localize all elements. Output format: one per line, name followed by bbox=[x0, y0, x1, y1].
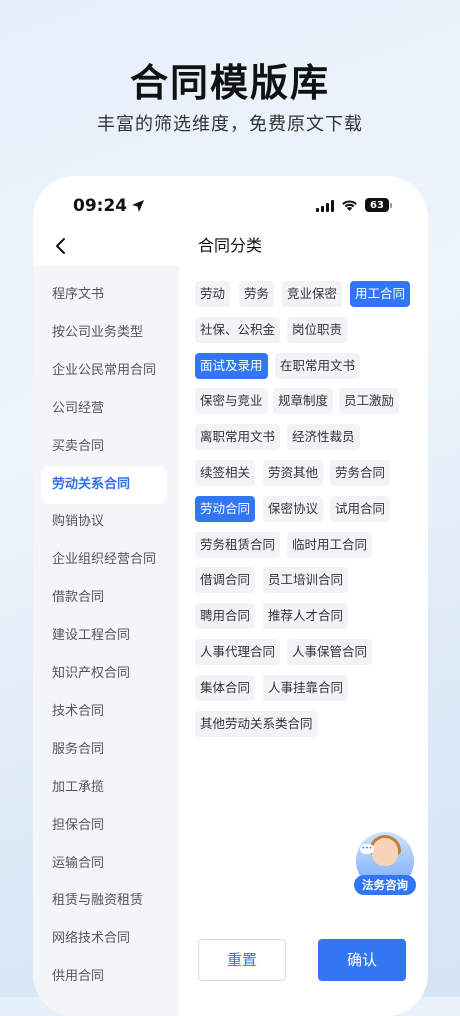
tag-chip[interactable]: 劳动合同 bbox=[195, 495, 256, 522]
tag-chip[interactable]: 人事保管合同 bbox=[287, 639, 373, 665]
chat-bubble-icon: ••• bbox=[360, 844, 374, 854]
sidebar-item[interactable]: 企业公民常用合同 bbox=[41, 352, 167, 390]
tag-chip[interactable]: 员工激励 bbox=[339, 388, 400, 415]
tag-chip[interactable]: 其他劳动关系类合同 bbox=[195, 710, 318, 737]
tag-chip[interactable]: 人事代理合同 bbox=[195, 639, 281, 665]
reset-button[interactable]: 重置 bbox=[198, 939, 286, 981]
tag-chip[interactable]: 用工合同 bbox=[350, 281, 411, 307]
sidebar-item[interactable]: 建设工程合同 bbox=[41, 617, 167, 655]
sidebar-item[interactable]: 网络技术合同 bbox=[41, 920, 167, 958]
battery-level: 63 bbox=[365, 198, 389, 212]
tag-chip[interactable]: 推荐人才合同 bbox=[263, 603, 349, 630]
back-button[interactable] bbox=[47, 232, 75, 260]
sidebar-item[interactable]: 加工承揽 bbox=[41, 769, 167, 807]
time-text: 09:24 bbox=[73, 196, 128, 216]
tag-chip[interactable]: 劳资其他 bbox=[263, 460, 324, 486]
tag-chip[interactable]: 面试及录用 bbox=[195, 352, 268, 379]
tag-chip[interactable]: 经济性裁员 bbox=[287, 424, 360, 451]
sidebar-item[interactable]: 公司经营 bbox=[41, 390, 167, 428]
sidebar-item[interactable]: 买卖合同 bbox=[41, 428, 167, 466]
phone-frame: 09:24 63 合同分类 程序文书 按公司业务类型 企业公民常用合同 公司经营 买卖合… bbox=[33, 176, 428, 1016]
sidebar-item[interactable]: 服务合同 bbox=[41, 731, 167, 769]
wifi-icon bbox=[342, 199, 357, 211]
tag-chip[interactable]: 劳动 bbox=[195, 281, 231, 307]
tag-chip[interactable]: 规章制度 bbox=[273, 388, 334, 415]
signal-icon bbox=[316, 199, 334, 212]
tag-chip[interactable]: 员工培训合同 bbox=[263, 567, 349, 594]
status-icons: 63 bbox=[316, 198, 392, 212]
sidebar-item[interactable]: 按公司业务类型 bbox=[41, 314, 167, 352]
sidebar-item[interactable]: 购销协议 bbox=[41, 503, 167, 541]
tag-chip[interactable]: 保密与竞业 bbox=[195, 388, 268, 415]
tag-chip[interactable]: 借调合同 bbox=[195, 567, 256, 594]
tag-chip[interactable]: 续签相关 bbox=[195, 460, 256, 486]
nav-bar: 合同分类 bbox=[33, 226, 428, 266]
sidebar-item[interactable]: 租赁与融资租赁 bbox=[41, 882, 167, 920]
confirm-button[interactable]: 确认 bbox=[318, 939, 406, 981]
sidebar-item[interactable]: 企业组织经营合同 bbox=[41, 541, 167, 579]
tag-chip[interactable]: 竞业保密 bbox=[282, 281, 343, 307]
tag-chip[interactable]: 保密协议 bbox=[263, 495, 324, 522]
sidebar-item[interactable]: 担保合同 bbox=[41, 807, 167, 845]
sidebar-item[interactable]: 借款合同 bbox=[41, 579, 167, 617]
sidebar-item[interactable]: 程序文书 bbox=[41, 276, 167, 314]
hero-subtitle: 丰富的筛选维度，免费原文下载 bbox=[97, 114, 363, 135]
sidebar-item[interactable]: 运输合同 bbox=[41, 845, 167, 883]
legal-consult-button[interactable]: ••• 法务咨询 bbox=[354, 832, 416, 895]
hero-title: 合同模版库 bbox=[129, 61, 330, 105]
tag-chip[interactable]: 临时用工合同 bbox=[287, 531, 373, 558]
sidebar-item[interactable]: 劳动关系合同 bbox=[41, 465, 167, 504]
tag-chip[interactable]: 劳务合同 bbox=[330, 460, 391, 486]
tag-chip[interactable]: 试用合同 bbox=[330, 495, 391, 522]
battery-icon: 63 bbox=[365, 198, 392, 212]
sidebar-item[interactable]: 知识产权合同 bbox=[41, 655, 167, 693]
category-sidebar: 程序文书 按公司业务类型 企业公民常用合同 公司经营 买卖合同 劳动关系合同 购销协议 企业组… bbox=[33, 266, 179, 1016]
sidebar-item[interactable]: 供用合同 bbox=[41, 958, 167, 996]
tag-chip[interactable]: 在职常用文书 bbox=[275, 352, 361, 379]
tag-chip[interactable]: 社保、公积金 bbox=[195, 316, 281, 343]
tag-chip[interactable]: 人事挂靠合同 bbox=[263, 674, 349, 701]
tag-chip[interactable]: 劳务 bbox=[239, 281, 275, 307]
sidebar-item[interactable]: 技术合同 bbox=[41, 693, 167, 731]
tag-chip[interactable]: 离职常用文书 bbox=[195, 424, 281, 451]
legal-consult-label: 法务咨询 bbox=[354, 875, 416, 895]
status-time: 09:24 bbox=[73, 196, 145, 216]
location-arrow-icon bbox=[132, 200, 145, 212]
chevron-left-icon bbox=[56, 238, 65, 254]
tag-chip[interactable]: 聘用合同 bbox=[195, 603, 256, 630]
tag-chip[interactable]: 岗位职责 bbox=[287, 316, 348, 343]
tag-chip[interactable]: 集体合同 bbox=[195, 674, 256, 701]
nav-title: 合同分类 bbox=[198, 236, 263, 255]
tag-chip[interactable]: 劳务租赁合同 bbox=[195, 531, 281, 558]
